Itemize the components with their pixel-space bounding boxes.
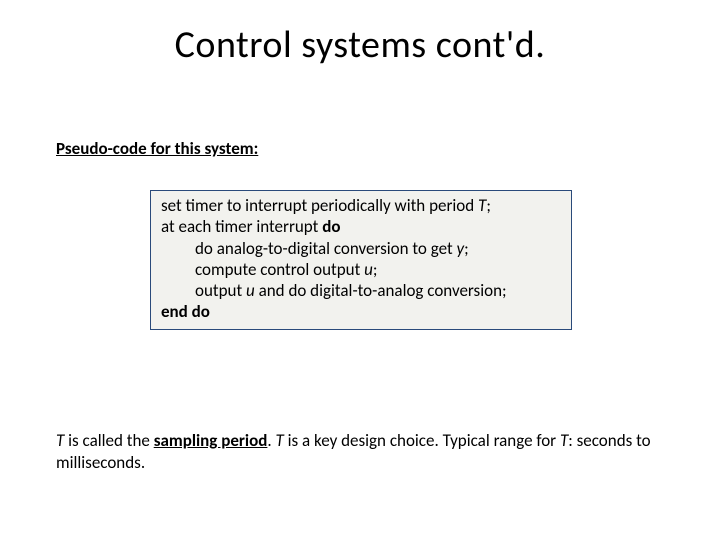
code-text: at each timer interrupt — [161, 216, 322, 237]
footer-text: . — [267, 430, 275, 451]
code-text: do analog-to-digital conversion to get — [195, 238, 457, 259]
code-line-3: do analog-to-digital conversion to get y… — [161, 238, 561, 259]
code-line-6: end do — [161, 301, 561, 322]
code-line-4: compute control output u; — [161, 259, 561, 280]
code-text: ; — [464, 238, 469, 259]
slide-title: Control systems cont'd. — [0, 22, 720, 68]
code-var-y: y — [457, 238, 465, 259]
footer-var-T: T — [276, 430, 284, 451]
code-line-2: at each timer interrupt do — [161, 216, 561, 237]
footer-paragraph: T is called the sampling period. T is a … — [56, 430, 666, 474]
pseudocode-box: set timer to interrupt periodically with… — [150, 190, 572, 330]
code-text: set timer to interrupt periodically with… — [161, 195, 478, 216]
section-label: Pseudo-code for this system: — [56, 138, 258, 159]
code-text: and do digital-to-analog conversion; — [255, 280, 507, 301]
sampling-period-term: sampling period — [154, 430, 268, 451]
code-line-5: output u and do digital-to-analog conver… — [161, 280, 561, 301]
code-text: output — [195, 280, 246, 301]
code-line-1: set timer to interrupt periodically with… — [161, 195, 561, 216]
code-text: ; — [373, 259, 378, 280]
code-keyword-do: do — [322, 216, 340, 237]
code-text: compute control output — [195, 259, 364, 280]
code-var-u: u — [364, 259, 373, 280]
footer-text: is called the — [64, 430, 153, 451]
footer-var-T: T — [560, 430, 568, 451]
slide: Control systems cont'd. Pseudo-code for … — [0, 0, 720, 540]
code-var-u: u — [246, 280, 255, 301]
code-text: ; — [486, 195, 491, 216]
footer-text: is a key design choice. Typical range fo… — [284, 430, 560, 451]
